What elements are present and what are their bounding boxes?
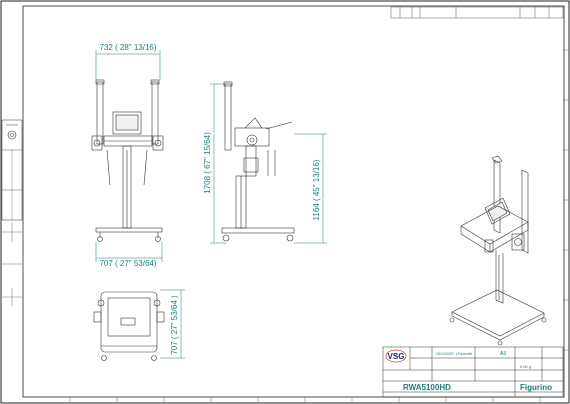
drawing-sheet: 732 ( 28" 13/16) 707 ( 27" 53/64) 1708 (…: [0, 0, 570, 404]
title-format: A3: [500, 351, 506, 357]
title-drawn-by: LFacchetti: [456, 352, 472, 356]
side-height-total-label: 1708 ( 67" 15/64): [203, 132, 212, 194]
title-model: RWA5100HD: [403, 383, 451, 392]
vsg-logo: VSG: [385, 349, 407, 363]
top-depth-label: 707 ( 27" 53/64 ): [170, 295, 179, 355]
title-weight: 0,00 g: [520, 364, 531, 369]
front-base-label: 707 ( 27" 53/64): [99, 259, 156, 268]
side-height-body-label: 1164 ( 45" 13/16): [312, 159, 321, 220]
vsg-logo-text: VSG: [388, 352, 405, 361]
sheet-border: [0, 0, 570, 404]
title-date: 08/10/2020: [436, 352, 454, 356]
front-width-label: 732 ( 28" 13/16): [99, 43, 156, 52]
title-sheet-name: Figurino: [520, 383, 552, 392]
